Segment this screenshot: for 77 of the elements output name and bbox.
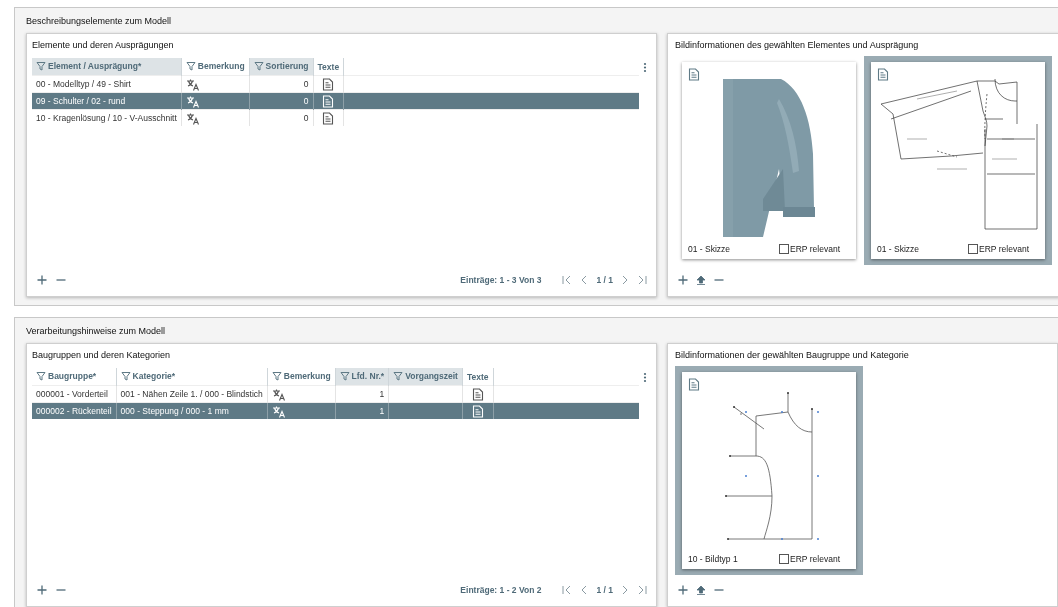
page-indicator: 1 / 1 xyxy=(596,585,613,595)
checkbox-label: ERP relevant xyxy=(790,244,840,254)
page-indicator: 1 / 1 xyxy=(596,275,613,285)
image-card[interactable]: 01 - Skizze ERP relevant xyxy=(871,62,1045,259)
table-cell: 000002 - Rückenteil xyxy=(32,402,117,419)
next-page-icon[interactable] xyxy=(622,275,629,285)
table-cell: 09 - Schulter / 02 - rund xyxy=(32,92,182,110)
column-header[interactable]: Kategorie* xyxy=(116,368,268,386)
table-row[interactable]: 09 - Schulter / 02 - rund 0 xyxy=(32,92,639,110)
document-icon[interactable] xyxy=(471,387,484,401)
panel-title: Baugruppen und deren Kategorien xyxy=(32,350,172,362)
section-title: Beschreibungselemente zum Modell xyxy=(26,14,173,28)
table-row[interactable]: 000002 - Rückenteil 000 - Steppung / 000 - 1 mm 1 xyxy=(32,402,639,419)
add-icon[interactable] xyxy=(37,275,47,285)
document-icon[interactable] xyxy=(688,68,700,81)
last-page-icon[interactable] xyxy=(638,585,647,595)
panel-title: Bildinformationen des gewählten Elementes und Ausprägung xyxy=(675,40,920,50)
image-card[interactable]: 01 - Skizze ERP relevant xyxy=(682,62,856,259)
column-header[interactable]: Texte xyxy=(313,58,344,76)
column-header[interactable]: Lfd. Nr.* xyxy=(335,368,389,386)
table-cell: 0 xyxy=(249,92,314,110)
panel-title: Bildinformationen der gewählten Baugruppe und Kategorie xyxy=(675,350,910,360)
column-header[interactable]: Element / Ausprägung* xyxy=(32,58,182,76)
filter-icon[interactable] xyxy=(36,60,46,71)
table-row[interactable]: 10 - Kragenlösung / 10 - V-Ausschnitt 0 xyxy=(32,109,639,126)
image-caption: 01 - Skizze xyxy=(877,244,920,254)
add-icon[interactable] xyxy=(37,585,47,595)
document-icon[interactable] xyxy=(688,378,700,391)
upload-icon[interactable] xyxy=(696,275,706,285)
image-card[interactable]: 10 - Bildtyp 1 ERP relevant xyxy=(682,372,856,569)
filter-icon[interactable] xyxy=(339,370,350,381)
translate-icon[interactable] xyxy=(271,404,285,418)
filter-icon[interactable] xyxy=(185,60,196,71)
filter-icon[interactable] xyxy=(120,370,131,381)
section-title: Verarbeitungshinweise zum Modell xyxy=(26,324,167,338)
add-icon[interactable] xyxy=(678,585,688,595)
filter-icon[interactable] xyxy=(253,60,264,71)
column-header[interactable]: Baugruppe* xyxy=(32,368,117,386)
document-icon[interactable] xyxy=(322,77,335,91)
image-caption: 10 - Bildtyp 1 xyxy=(688,554,738,564)
upload-icon[interactable] xyxy=(696,585,706,595)
table-cell: 1 xyxy=(335,402,389,419)
checkbox-label: ERP relevant xyxy=(790,554,840,564)
table-cell: 10 - Kragenlösung / 10 - V-Ausschnitt xyxy=(32,109,182,126)
add-icon[interactable] xyxy=(678,275,688,285)
first-page-icon[interactable] xyxy=(562,585,572,595)
previous-page-icon[interactable] xyxy=(580,275,588,285)
filter-icon[interactable] xyxy=(36,370,46,381)
translate-icon[interactable] xyxy=(185,111,199,125)
checkbox-label: ERP relevant xyxy=(979,244,1029,254)
document-icon[interactable] xyxy=(877,68,889,81)
checkbox[interactable] xyxy=(968,244,979,254)
first-page-icon[interactable] xyxy=(562,275,572,285)
last-page-icon[interactable] xyxy=(638,275,647,285)
more-icon[interactable] xyxy=(643,62,647,73)
translate-icon[interactable] xyxy=(185,77,199,91)
column-header[interactable]: Bemerkung xyxy=(181,58,250,76)
column-header[interactable]: Texte xyxy=(462,368,493,386)
more-icon[interactable] xyxy=(643,372,647,383)
entries-count: Einträge: 1 - 2 Von 2 xyxy=(460,585,542,595)
column-header[interactable]: Vorgangszeit xyxy=(388,368,463,386)
previous-page-icon[interactable] xyxy=(580,585,588,595)
next-page-icon[interactable] xyxy=(622,585,629,595)
image-caption: 01 - Skizze xyxy=(688,244,731,254)
translate-icon[interactable] xyxy=(185,94,199,108)
table-cell: 000 - Steppung / 000 - 1 mm xyxy=(116,402,268,419)
translate-icon[interactable] xyxy=(271,387,285,401)
table-cell: 0 xyxy=(249,109,314,126)
entries-count: Einträge: 1 - 3 Von 3 xyxy=(460,275,542,285)
checkbox[interactable] xyxy=(779,244,790,254)
column-header[interactable]: Sortierung xyxy=(249,58,314,76)
filter-icon[interactable] xyxy=(271,370,282,381)
filter-icon[interactable] xyxy=(393,370,404,381)
panel-title: Elemente und deren Ausprägungen xyxy=(32,40,175,52)
column-header[interactable]: Bemerkung xyxy=(267,368,336,386)
document-icon[interactable] xyxy=(322,111,335,125)
checkbox[interactable] xyxy=(779,554,790,564)
